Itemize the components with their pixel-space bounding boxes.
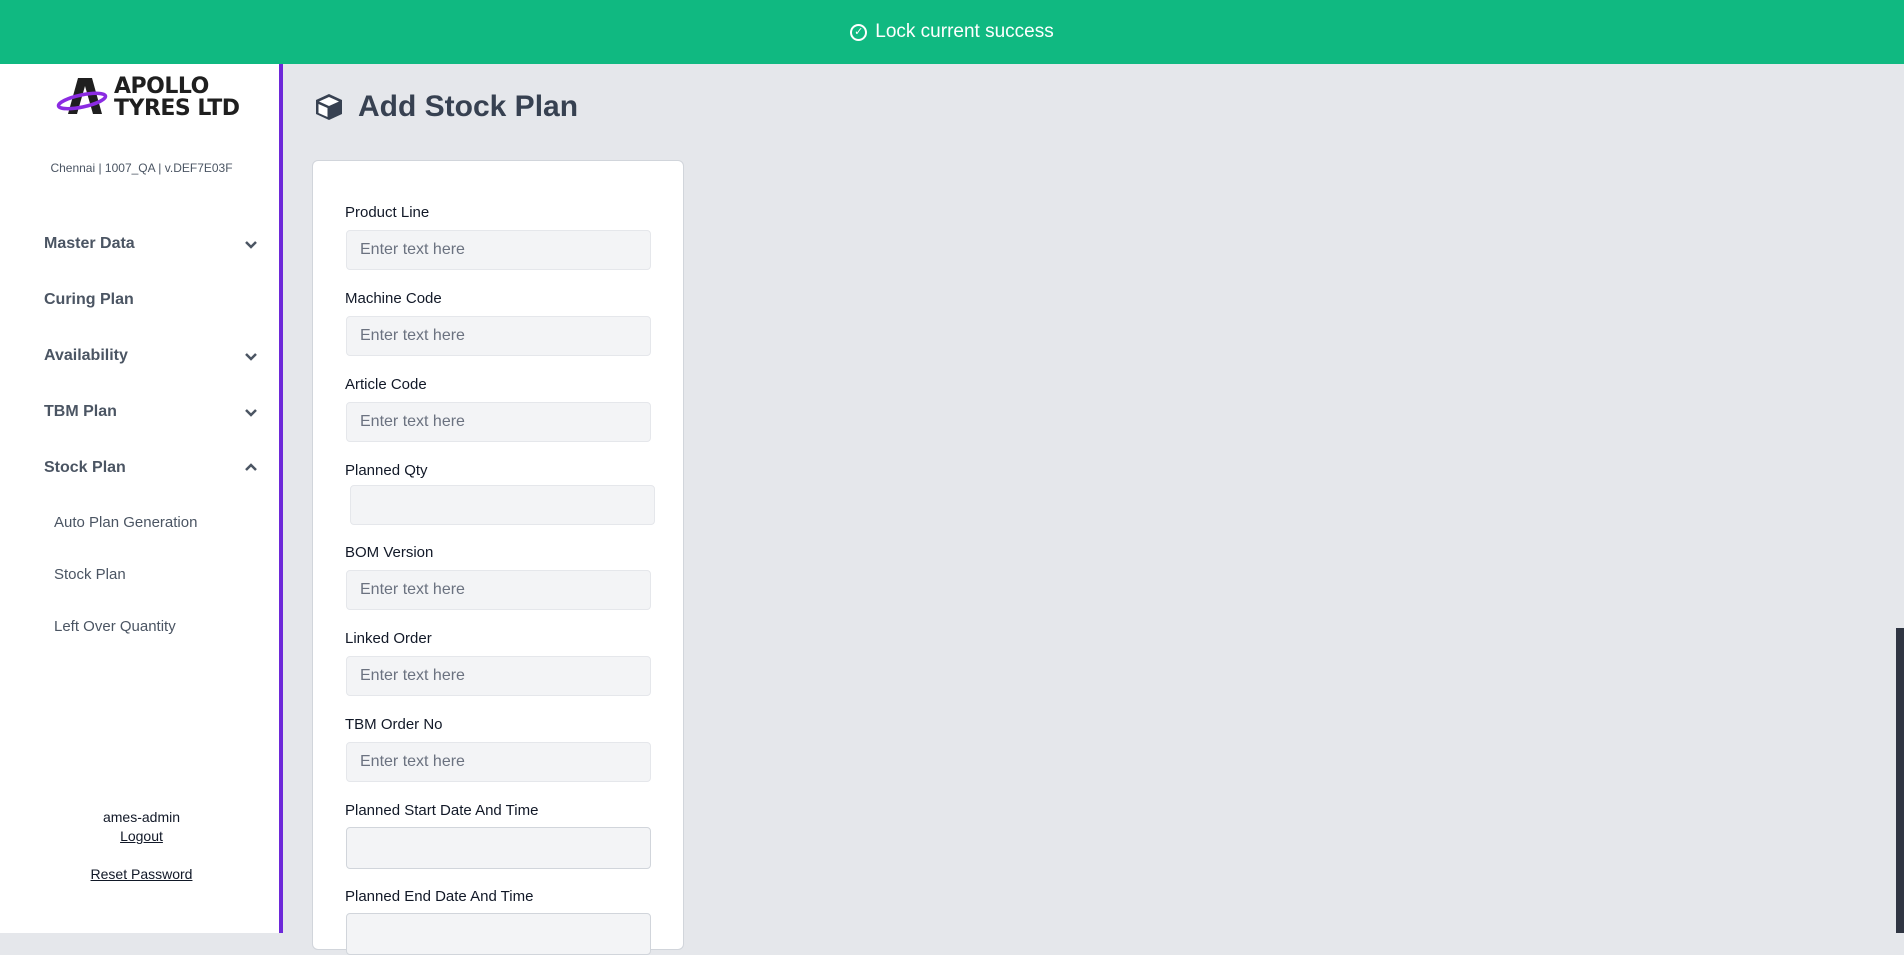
user-block: ames-admin Logout Reset Password bbox=[0, 809, 283, 882]
sidebar-item-tbm-plan[interactable]: TBM Plan bbox=[0, 384, 283, 440]
product-line-label: Product Line bbox=[345, 204, 430, 221]
sidebar-item-label: Master Data bbox=[44, 235, 135, 252]
planned-start-label: Planned Start Date And Time bbox=[345, 802, 539, 819]
article-code-input[interactable] bbox=[346, 402, 651, 442]
toast-message: Lock current success bbox=[875, 21, 1054, 42]
site-info: Chennai | 1007_QA | v.DEF7E03F bbox=[50, 161, 233, 175]
tbm-order-no-input[interactable] bbox=[346, 742, 651, 782]
sidebar-subitem-left-over-quantity[interactable]: Left Over Quantity bbox=[0, 600, 283, 652]
page-title-text: Add Stock Plan bbox=[358, 90, 579, 123]
reset-password-link[interactable]: Reset Password bbox=[0, 866, 283, 882]
chevron-up-icon bbox=[245, 463, 257, 471]
logo-text-line1: APOLLO bbox=[114, 74, 209, 99]
planned-start-datetime-input[interactable] bbox=[346, 827, 651, 869]
sidebar: APOLLO TYRES LTD Chennai | 1007_QA | v.D… bbox=[0, 64, 283, 933]
bom-version-label: BOM Version bbox=[345, 544, 434, 561]
success-toast: ✓ Lock current success bbox=[0, 0, 1904, 64]
sidebar-item-label: Curing Plan bbox=[44, 291, 134, 308]
planned-end-datetime-input[interactable] bbox=[346, 913, 651, 955]
bom-version-input[interactable] bbox=[346, 570, 651, 610]
machine-code-label: Machine Code bbox=[345, 290, 442, 307]
sidebar-item-availability[interactable]: Availability bbox=[0, 328, 283, 384]
sidebar-item-stock-plan[interactable]: Stock Plan bbox=[0, 440, 283, 496]
linked-order-label: Linked Order bbox=[345, 630, 432, 647]
logo-text-line2: TYRES LTD bbox=[114, 96, 240, 121]
sidebar-subitem-auto-plan-generation[interactable]: Auto Plan Generation bbox=[0, 496, 283, 548]
scrollbar-thumb[interactable] bbox=[1896, 628, 1904, 933]
page-title: Add Stock Plan bbox=[314, 90, 578, 124]
username: ames-admin bbox=[102, 809, 181, 825]
cube-icon bbox=[316, 94, 342, 120]
check-circle-icon: ✓ bbox=[850, 23, 868, 41]
sidebar-item-label: Stock Plan bbox=[44, 459, 126, 476]
sidebar-item-curing-plan[interactable]: Curing Plan bbox=[0, 272, 283, 328]
product-line-input[interactable] bbox=[346, 230, 651, 270]
linked-order-input[interactable] bbox=[346, 656, 651, 696]
stock-plan-form: Product Line Machine Code Article Code P… bbox=[312, 160, 684, 955]
sidebar-item-master-data[interactable]: Master Data bbox=[0, 216, 283, 272]
planned-qty-input[interactable] bbox=[350, 485, 655, 525]
article-code-label: Article Code bbox=[345, 376, 427, 393]
sidebar-subitem-stock-plan[interactable]: Stock Plan bbox=[0, 548, 283, 600]
machine-code-input[interactable] bbox=[346, 316, 651, 356]
planned-qty-label: Planned Qty bbox=[345, 462, 428, 479]
logout-link[interactable]: Logout bbox=[0, 828, 283, 844]
sidebar-item-label: TBM Plan bbox=[44, 403, 117, 420]
logo-text: APOLLO TYRES LTD bbox=[114, 76, 240, 120]
planned-end-label: Planned End Date And Time bbox=[345, 888, 534, 905]
chevron-down-icon bbox=[245, 241, 257, 249]
tbm-order-no-label: TBM Order No bbox=[345, 716, 443, 733]
chevron-down-icon bbox=[245, 409, 257, 417]
sidebar-item-label: Availability bbox=[44, 347, 128, 364]
sidebar-nav: Master Data Curing Plan Availability TBM… bbox=[0, 216, 283, 652]
chevron-down-icon bbox=[245, 353, 257, 361]
